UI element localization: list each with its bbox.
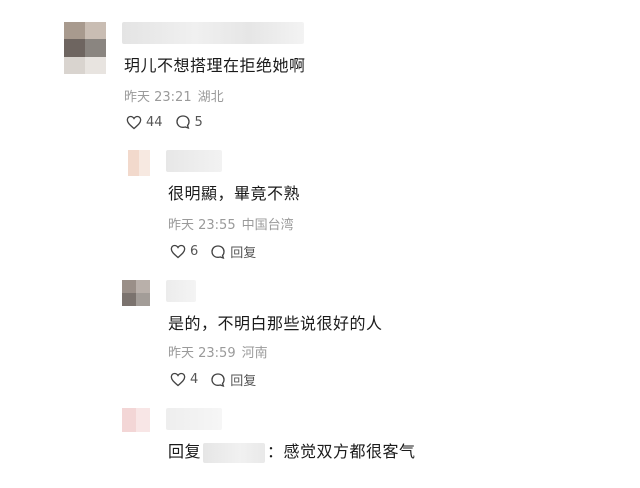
mentioned-user-blurred[interactable] (203, 442, 266, 463)
reply-button[interactable]: 回复 (210, 242, 256, 261)
username-blurred[interactable] (122, 22, 304, 44)
reply-body: ：感觉双方都很客气 (267, 442, 416, 461)
reply-button[interactable]: 5 (175, 114, 203, 130)
heart-icon (170, 372, 186, 387)
location: 中国台湾 (241, 218, 294, 233)
location: 河南 (241, 346, 268, 361)
comment-bubble-icon (175, 115, 190, 130)
username-blurred[interactable] (166, 408, 222, 430)
comment-meta: 昨天 23:55 中国台湾 (168, 214, 300, 233)
comment-text: 玥儿不想搭理在拒绝她啊 (124, 56, 306, 75)
heart-icon (170, 244, 186, 259)
comment-actions: 44 5 (126, 114, 215, 130)
comment-actions: 4 回复 (170, 370, 268, 389)
comment-text: 回复 ：感觉双方都很客气 (168, 438, 416, 463)
heart-icon (126, 115, 142, 129)
reply-label: 回复 (230, 374, 257, 389)
like-count: 4 (190, 372, 199, 387)
comment-text: 是的，不明白那些说很好的人 (168, 314, 383, 333)
comment-meta: 昨天 23:21 湖北 (124, 86, 230, 105)
comment-text: 很明顯，畢竟不熟 (168, 184, 301, 203)
comment-actions: 6 回复 (170, 242, 268, 261)
comment-bubble-icon (211, 372, 225, 387)
reply-prefix: 回复 (168, 442, 202, 461)
like-button[interactable]: 44 (126, 115, 163, 130)
like-button[interactable]: 4 (170, 372, 198, 387)
like-count: 6 (190, 244, 199, 259)
reply-label: 回复 (230, 246, 257, 261)
location: 湖北 (197, 90, 224, 105)
username-blurred[interactable] (166, 150, 222, 172)
reply-count: 5 (194, 114, 203, 130)
like-button[interactable]: 6 (170, 244, 198, 259)
reply-button[interactable]: 回复 (210, 370, 256, 389)
avatar[interactable] (122, 408, 150, 432)
avatar[interactable] (128, 150, 150, 176)
avatar[interactable] (64, 22, 106, 74)
avatar[interactable] (122, 280, 150, 306)
username-blurred[interactable] (166, 280, 196, 302)
like-count: 44 (146, 114, 163, 130)
timestamp: 昨天 23:59 (168, 346, 236, 361)
comment-meta: 昨天 23:59 河南 (168, 342, 274, 361)
comment-bubble-icon (211, 244, 225, 259)
timestamp: 昨天 23:55 (168, 218, 236, 233)
timestamp: 昨天 23:21 (124, 90, 192, 105)
